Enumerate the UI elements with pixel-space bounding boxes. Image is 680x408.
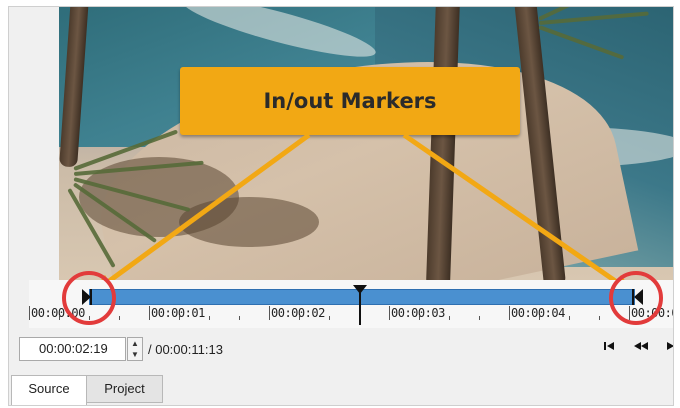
arrow-to-in-marker — [99, 132, 311, 290]
tick-minor — [119, 316, 120, 320]
timecode-field[interactable]: 00:00:02:19 — [19, 337, 126, 361]
tick-major — [149, 306, 150, 320]
arrow-to-out-marker — [402, 132, 626, 290]
playhead[interactable] — [353, 285, 367, 325]
total-duration: / 00:00:11:13 — [148, 342, 223, 357]
tab-source[interactable]: Source — [11, 375, 87, 405]
rewind-icon[interactable] — [633, 340, 649, 355]
tick-major — [269, 306, 270, 320]
tick-minor — [569, 316, 570, 320]
skip-to-start-icon[interactable] — [603, 340, 615, 355]
tick-minor — [239, 316, 240, 320]
play-icon[interactable] — [665, 340, 673, 355]
tick-minor — [209, 316, 210, 320]
timecode-spinner[interactable]: ▲ ▼ — [127, 337, 143, 361]
tick-label: 00:00:04 — [511, 306, 565, 320]
tick-label: 00:00:03 — [391, 306, 445, 320]
tick-label: 00:00:01 — [151, 306, 205, 320]
in-marker-highlight-circle — [62, 271, 116, 325]
tick-minor — [479, 316, 480, 320]
timeline-ruler[interactable]: 00:00:00 00:00:01 00:00:02 00:00:03 00:0… — [29, 271, 673, 328]
tick-minor — [329, 316, 330, 320]
tab-project[interactable]: Project — [86, 375, 163, 403]
tick-major — [29, 306, 30, 320]
tick-minor — [449, 316, 450, 320]
tick-major — [509, 306, 510, 320]
tick-major — [389, 306, 390, 320]
source-player-panel: In/out Markers 00:00:00 00:00:01 00:00:0… — [8, 6, 674, 406]
spin-down-icon[interactable]: ▼ — [128, 349, 142, 360]
out-marker-highlight-circle — [609, 271, 663, 325]
tick-minor — [599, 316, 600, 320]
tick-label: 00:00:02 — [271, 306, 325, 320]
spin-up-icon[interactable]: ▲ — [128, 338, 142, 349]
